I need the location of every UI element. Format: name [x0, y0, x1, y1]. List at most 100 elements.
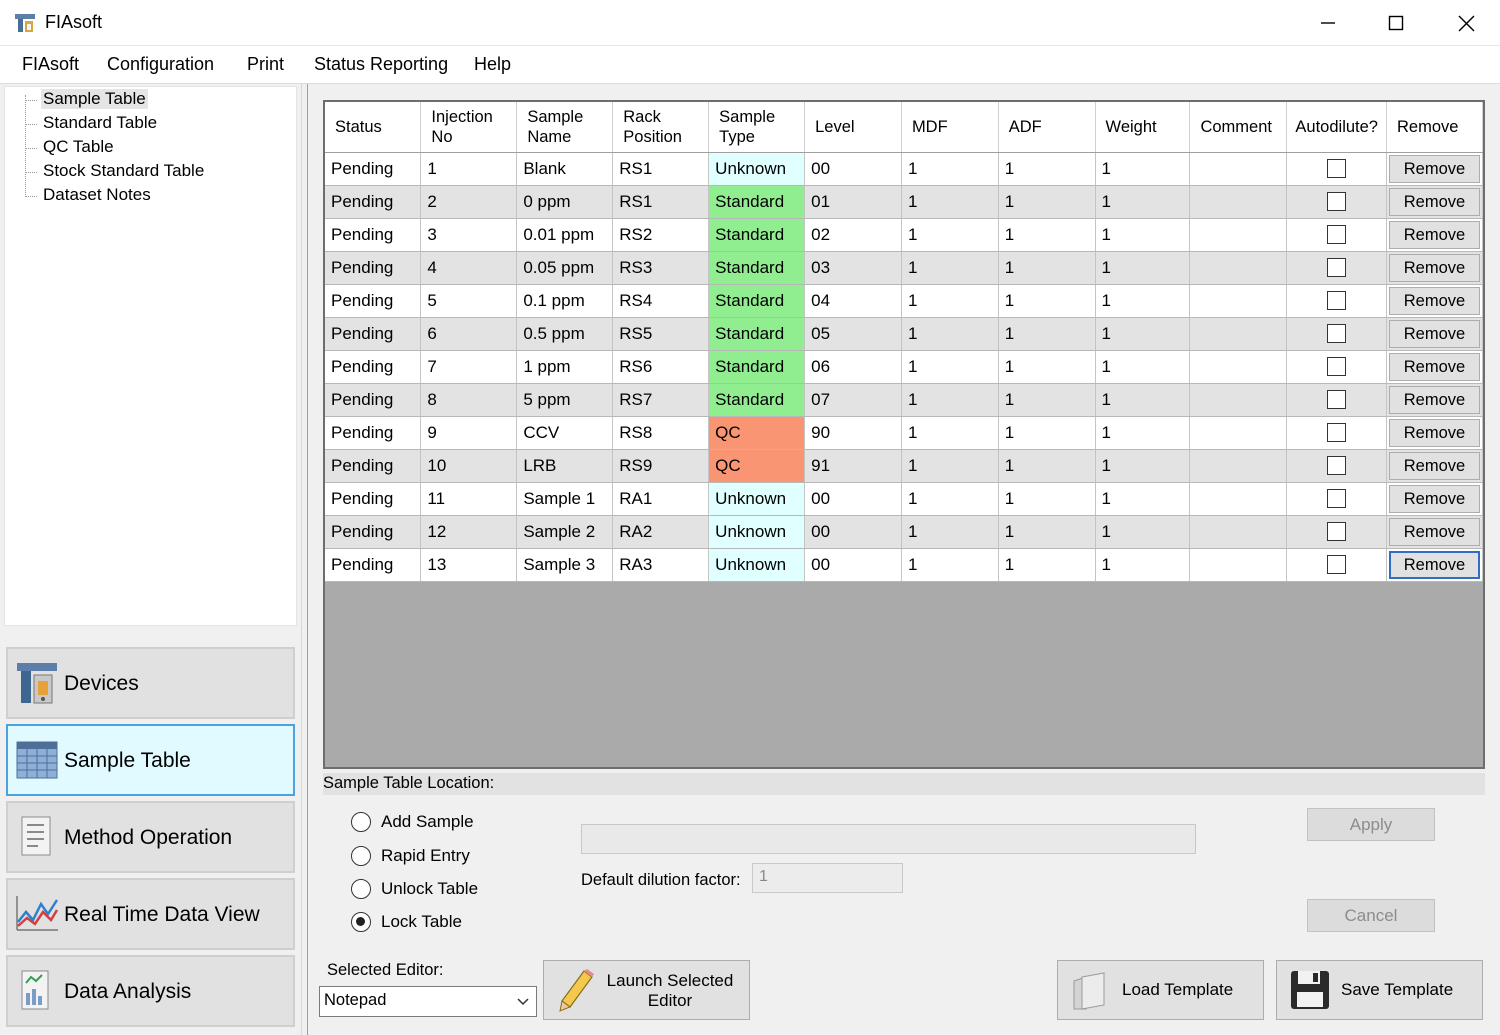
column-header-autodilute[interactable]: Autodilute?: [1286, 102, 1387, 153]
table-row[interactable]: Pending 2 0 ppm RS1 Standard 01 1 1 1 Remove: [325, 185, 1484, 219]
cell-weight[interactable]: 1: [1095, 218, 1191, 252]
cell-adf[interactable]: 1: [998, 416, 1096, 450]
remove-row-button[interactable]: Remove: [1388, 517, 1480, 546]
column-header-remove[interactable]: Remove: [1386, 102, 1484, 153]
cell-sample-name[interactable]: 1 ppm: [516, 350, 614, 384]
cell-weight[interactable]: 1: [1095, 515, 1191, 549]
cell-level[interactable]: 07: [804, 383, 902, 417]
cell-adf[interactable]: 1: [998, 383, 1096, 417]
cell-level[interactable]: 06: [804, 350, 902, 384]
nav-sample-table-button[interactable]: Sample Table: [6, 724, 295, 796]
cell-weight[interactable]: 1: [1095, 350, 1191, 384]
menu-help[interactable]: Help: [474, 54, 511, 75]
table-row[interactable]: Pending 4 0.05 ppm RS3 Standard 03 1 1 1 Remove: [325, 251, 1484, 285]
cell-rack-position[interactable]: RS8: [612, 416, 710, 450]
tree-item-stock-standard-table[interactable]: Stock Standard Table: [41, 161, 206, 181]
cell-sample-type[interactable]: Standard: [708, 350, 806, 384]
cell-weight[interactable]: 1: [1095, 317, 1191, 351]
table-row[interactable]: Pending 13 Sample 3 RA3 Unknown 00 1 1 1 Remove: [325, 548, 1484, 582]
cell-sample-type[interactable]: Standard: [708, 284, 806, 318]
cell-injection-no[interactable]: 2: [420, 185, 518, 219]
cell-weight[interactable]: 1: [1095, 548, 1191, 582]
radio-circle[interactable]: [351, 879, 371, 899]
cell-status[interactable]: Pending: [325, 350, 422, 384]
remove-row-button[interactable]: Remove: [1388, 550, 1480, 579]
radio-circle[interactable]: [351, 846, 371, 866]
cell-level[interactable]: 00: [804, 548, 902, 582]
cell-mdf[interactable]: 1: [901, 548, 999, 582]
cell-rack-position[interactable]: RS4: [612, 284, 710, 318]
cell-adf[interactable]: 1: [998, 350, 1096, 384]
menu-fiasoft[interactable]: FIAsoft: [22, 54, 79, 75]
cell-injection-no[interactable]: 5: [420, 284, 518, 318]
remove-row-button[interactable]: Remove: [1388, 286, 1480, 315]
cell-injection-no[interactable]: 8: [420, 383, 518, 417]
autodilute-checkbox[interactable]: [1327, 159, 1347, 178]
cell-adf[interactable]: 1: [998, 218, 1096, 252]
maximize-button[interactable]: [1362, 0, 1430, 46]
cell-adf[interactable]: 1: [998, 185, 1096, 219]
table-row[interactable]: Pending 7 1 ppm RS6 Standard 06 1 1 1 Remove: [325, 350, 1484, 384]
cell-rack-position[interactable]: RS3: [612, 251, 710, 285]
cell-mdf[interactable]: 1: [901, 416, 999, 450]
cell-mdf[interactable]: 1: [901, 515, 999, 549]
radio-circle-selected[interactable]: [351, 912, 371, 932]
table-row[interactable]: Pending 9 CCV RS8 QC 90 1 1 1 Remove: [325, 416, 1484, 450]
cell-weight[interactable]: 1: [1095, 449, 1191, 483]
cell-sample-type[interactable]: Standard: [708, 251, 806, 285]
cell-adf[interactable]: 1: [998, 251, 1096, 285]
cell-level[interactable]: 03: [804, 251, 902, 285]
cell-adf[interactable]: 1: [998, 317, 1096, 351]
cell-rack-position[interactable]: RA1: [612, 482, 710, 516]
autodilute-checkbox[interactable]: [1327, 423, 1347, 442]
cell-injection-no[interactable]: 4: [420, 251, 518, 285]
column-header-level[interactable]: Level: [804, 102, 902, 153]
remove-row-button[interactable]: Remove: [1388, 418, 1480, 447]
cell-comment[interactable]: [1189, 350, 1288, 384]
cell-status[interactable]: Pending: [325, 515, 422, 549]
cell-sample-type[interactable]: Unknown: [708, 152, 806, 186]
cell-status[interactable]: Pending: [325, 317, 422, 351]
cell-weight[interactable]: 1: [1095, 416, 1191, 450]
cell-sample-name[interactable]: LRB: [516, 449, 614, 483]
cell-sample-name[interactable]: 5 ppm: [516, 383, 614, 417]
cell-weight[interactable]: 1: [1095, 185, 1191, 219]
cell-adf[interactable]: 1: [998, 152, 1096, 186]
autodilute-checkbox[interactable]: [1327, 225, 1347, 244]
table-row[interactable]: Pending 6 0.5 ppm RS5 Standard 05 1 1 1 Remove: [325, 317, 1484, 351]
cell-level[interactable]: 02: [804, 218, 902, 252]
table-row[interactable]: Pending 10 LRB RS9 QC 91 1 1 1 Remove: [325, 449, 1484, 483]
cell-rack-position[interactable]: RS9: [612, 449, 710, 483]
cell-mdf[interactable]: 1: [901, 482, 999, 516]
cell-comment[interactable]: [1189, 152, 1288, 186]
cell-weight[interactable]: 1: [1095, 482, 1191, 516]
cell-sample-type[interactable]: Standard: [708, 185, 806, 219]
cell-injection-no[interactable]: 12: [420, 515, 518, 549]
menu-print[interactable]: Print: [247, 54, 284, 75]
cell-comment[interactable]: [1189, 548, 1288, 582]
table-row[interactable]: Pending 3 0.01 ppm RS2 Standard 02 1 1 1 Remove: [325, 218, 1484, 252]
autodilute-checkbox[interactable]: [1327, 390, 1347, 409]
cell-status[interactable]: Pending: [325, 416, 422, 450]
cell-level[interactable]: 00: [804, 515, 902, 549]
cell-injection-no[interactable]: 1: [420, 152, 518, 186]
cell-sample-type[interactable]: Unknown: [708, 482, 806, 516]
cell-status[interactable]: Pending: [325, 218, 422, 252]
cell-level[interactable]: 90: [804, 416, 902, 450]
cell-mdf[interactable]: 1: [901, 284, 999, 318]
cell-sample-name[interactable]: 0.5 ppm: [516, 317, 614, 351]
radio-circle[interactable]: [351, 812, 371, 832]
cell-adf[interactable]: 1: [998, 482, 1096, 516]
nav-real-time-data-view-button[interactable]: Real Time Data View: [6, 878, 295, 950]
remove-row-button[interactable]: Remove: [1388, 154, 1480, 183]
cell-sample-name[interactable]: 0.1 ppm: [516, 284, 614, 318]
menu-configuration[interactable]: Configuration: [107, 54, 214, 75]
cell-comment[interactable]: [1189, 449, 1288, 483]
table-row[interactable]: Pending 5 0.1 ppm RS4 Standard 04 1 1 1 Remove: [325, 284, 1484, 318]
column-header-sample-type[interactable]: Sample Type: [708, 102, 806, 153]
cell-sample-type[interactable]: Standard: [708, 317, 806, 351]
tree-item-dataset-notes[interactable]: Dataset Notes: [41, 185, 153, 205]
cell-sample-name[interactable]: CCV: [516, 416, 614, 450]
launch-selected-editor-button[interactable]: Launch Selected Editor: [543, 960, 750, 1020]
cell-sample-name[interactable]: Sample 2: [516, 515, 614, 549]
